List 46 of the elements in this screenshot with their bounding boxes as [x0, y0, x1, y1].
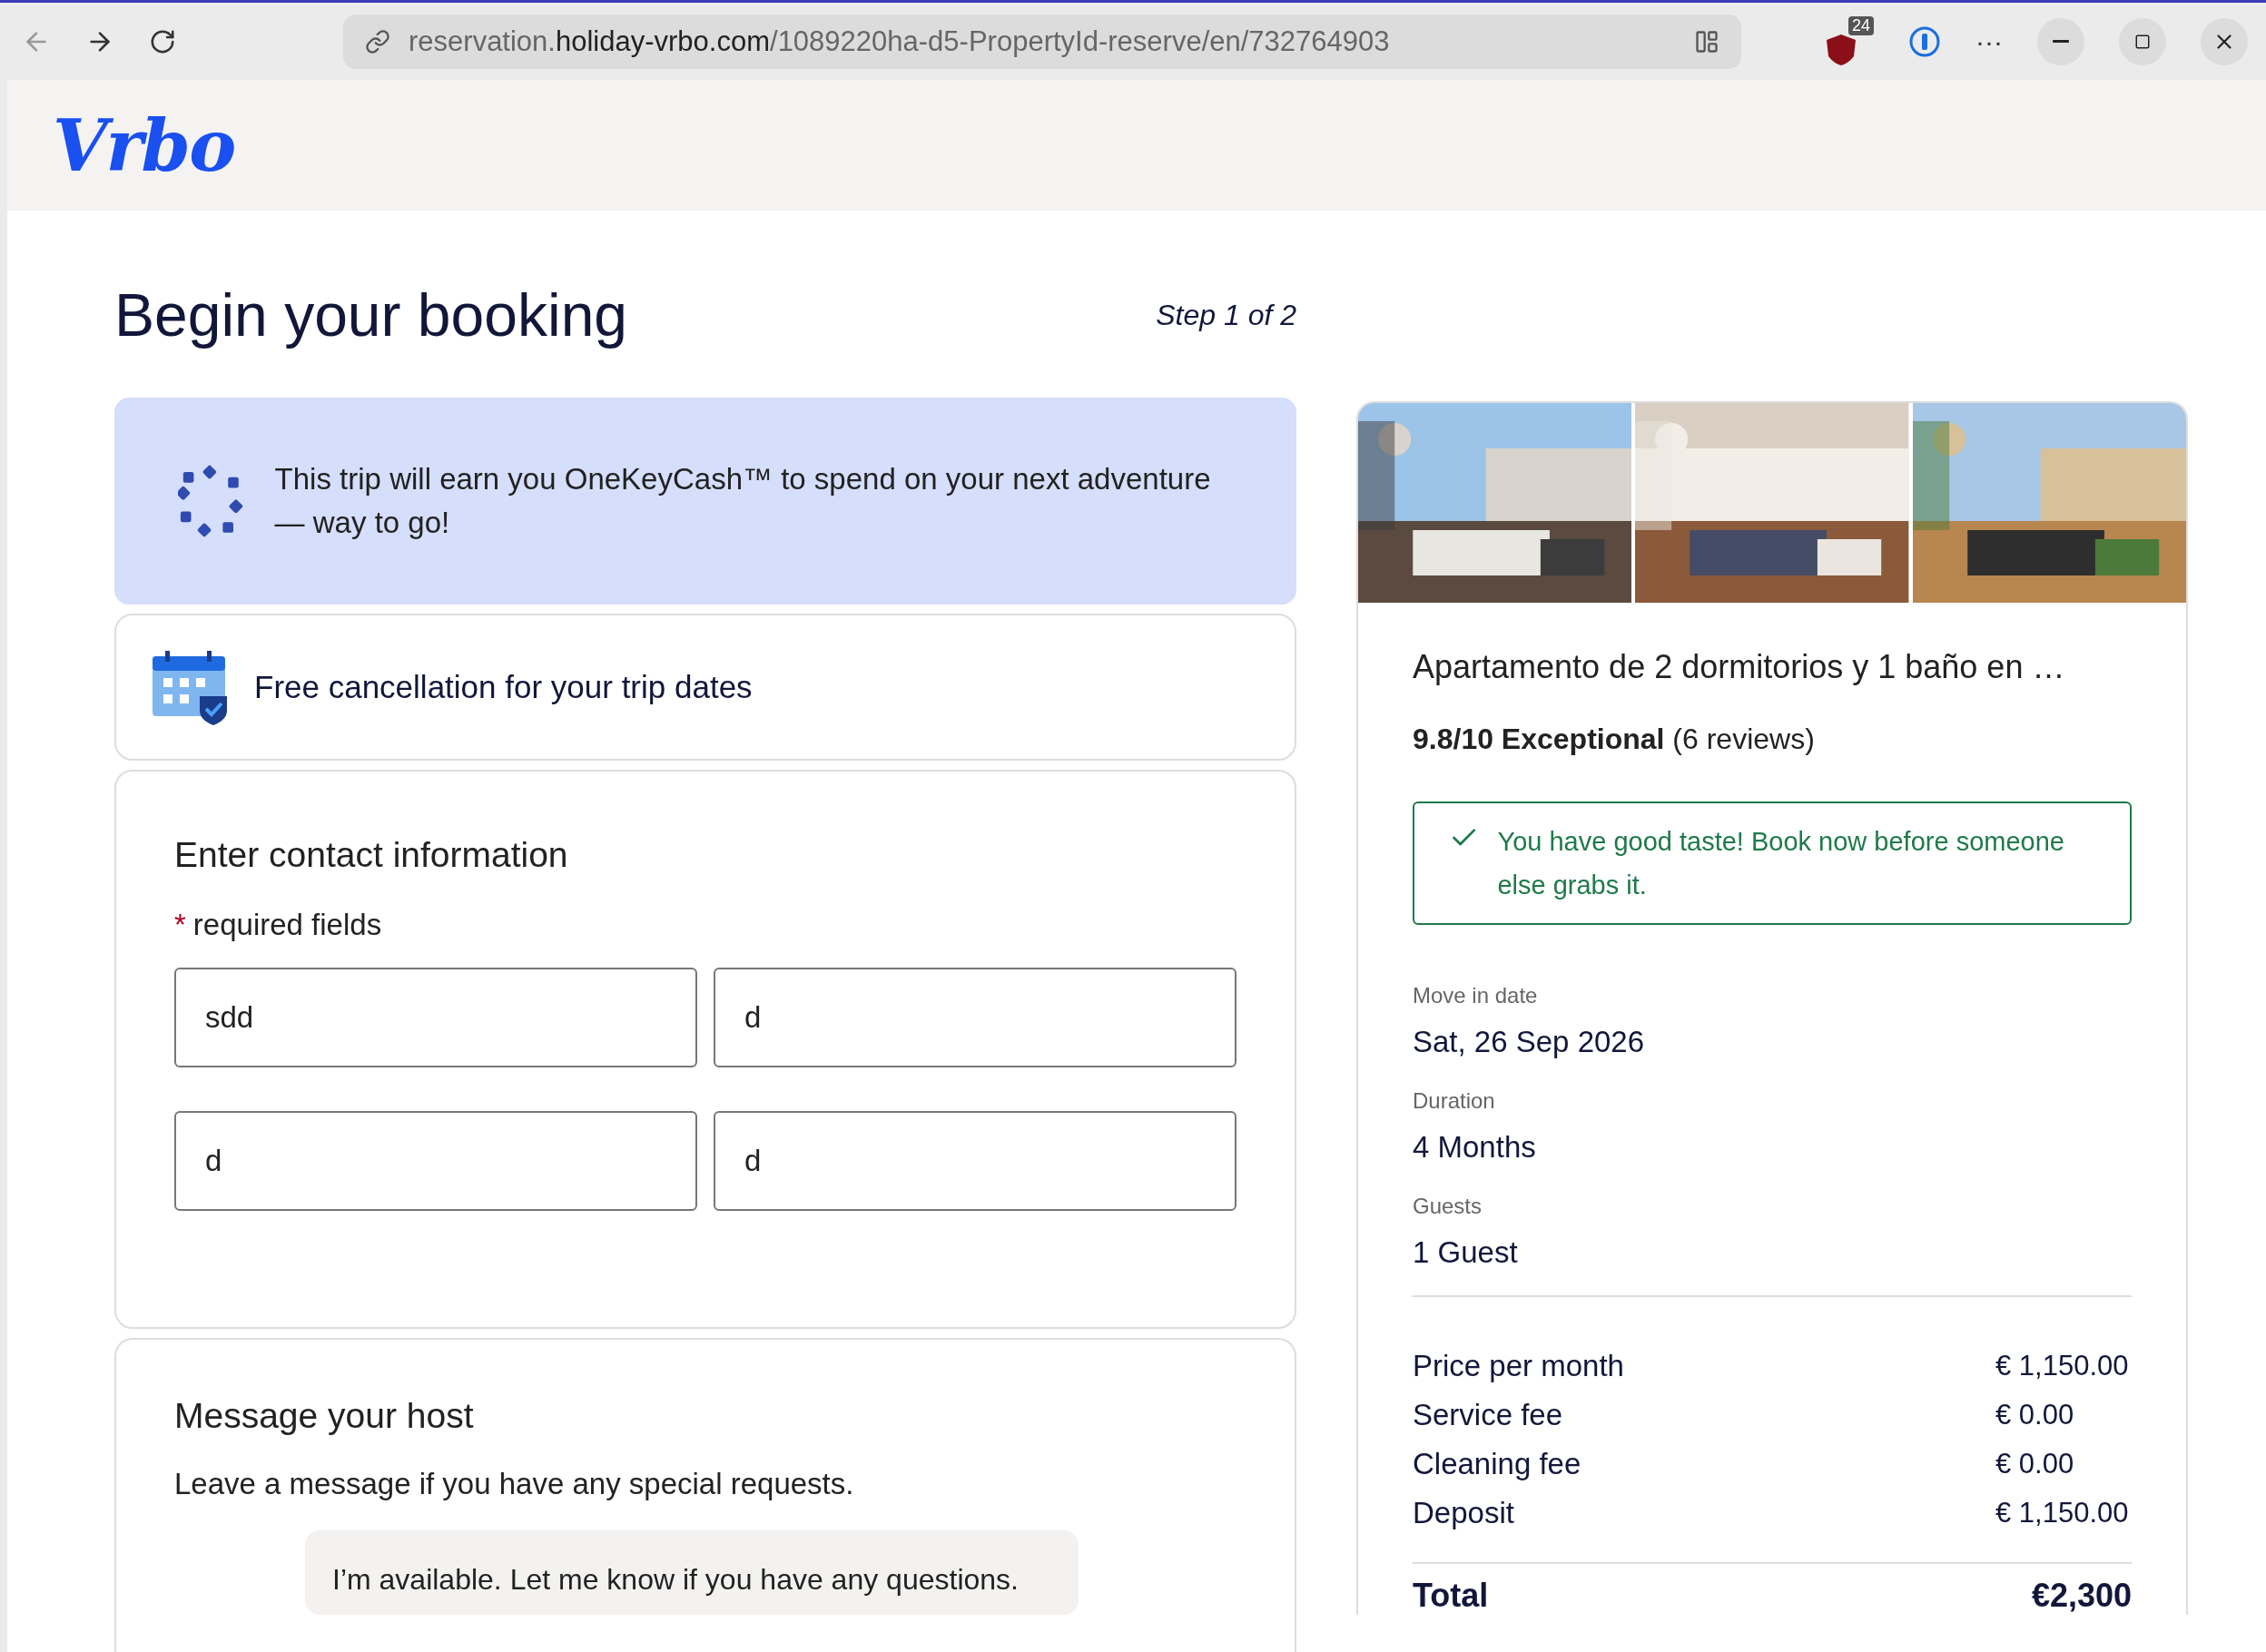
detail-label: Duration [1413, 1088, 1496, 1114]
password-extension-icon[interactable] [1908, 25, 1941, 58]
input-field[interactable]: d [714, 1111, 1236, 1211]
maximize-icon [2134, 33, 2151, 50]
total-amount: €2,300 [2031, 1577, 2132, 1615]
detail-value: 1 Guest [1413, 1235, 1519, 1270]
detail-value: Sat, 26 Sep 2026 [1413, 1025, 1646, 1059]
section-heading: Enter contact information [174, 835, 569, 875]
detail-label: Guests [1413, 1194, 1483, 1219]
notice-text: You have good taste! Book now before someone else grabs it. [1497, 826, 2065, 901]
cancellation-text: Free cancellation for your trip dates [254, 669, 753, 705]
logo[interactable]: Vrbo [53, 103, 235, 187]
dots-icon [178, 463, 244, 539]
charge-amount: € 1,150.00 [1995, 1349, 2130, 1383]
detail-label: Move in date [1413, 983, 1539, 1008]
shield-extension-button[interactable]: 24 [1823, 15, 1874, 67]
step-indicator: Step 1 of 2 [1156, 298, 1296, 332]
section-heading: Message your host [174, 1396, 475, 1436]
charge-label: Cleaning fee [1413, 1446, 1582, 1482]
charge-label: Price per month [1413, 1348, 1625, 1384]
property-title: Apartamento de 2 dormitorios y 1 baño en … [1413, 648, 2066, 686]
address-bar[interactable]: reservation.holiday-vrbo.com/1089220ha-d5-PropertyId-reserve/en/732764903 [343, 14, 1741, 69]
calendar-shield-icon [153, 649, 229, 725]
banner-text: This trip will earn you OneKeyCash™ to spend on your next adventure — way to go! [274, 461, 1212, 541]
more-menu-button[interactable]: ··· [1975, 25, 2003, 57]
input-field[interactable]: d [714, 968, 1236, 1067]
rating-text: 9.8/10 Exceptional (6 reviews) [1413, 723, 1816, 756]
url-text: reservation.holiday-vrbo.com/1089220ha-d5-PropertyId-reserve/en/732764903 [409, 25, 1391, 58]
charge-label: Service fee [1413, 1397, 1564, 1433]
extension-badge: 24 [1848, 15, 1874, 35]
link-icon [365, 28, 390, 54]
input-field[interactable]: sdd [174, 968, 697, 1067]
charge-amount: € 0.00 [1995, 1447, 2075, 1481]
required-note: required fields [192, 908, 382, 942]
detail-value: 4 Months [1413, 1130, 1537, 1165]
input-field[interactable]: d [174, 1111, 697, 1211]
charge-amount: € 1,150.00 [1995, 1496, 2130, 1530]
section-subtitle: Leave a message if you have any special requests. [174, 1467, 855, 1501]
minimize-icon [2053, 40, 2069, 43]
message-bubble[interactable]: I’m available. Let me know if you have any questions. [305, 1530, 1079, 1615]
charge-label: Deposit [1413, 1495, 1515, 1531]
required-mark: * [174, 908, 186, 942]
panel-icon[interactable] [1694, 28, 1719, 54]
page-title: Begin your booking [114, 280, 628, 349]
total-label: Total [1413, 1577, 1489, 1615]
charge-amount: € 0.00 [1995, 1398, 2075, 1432]
